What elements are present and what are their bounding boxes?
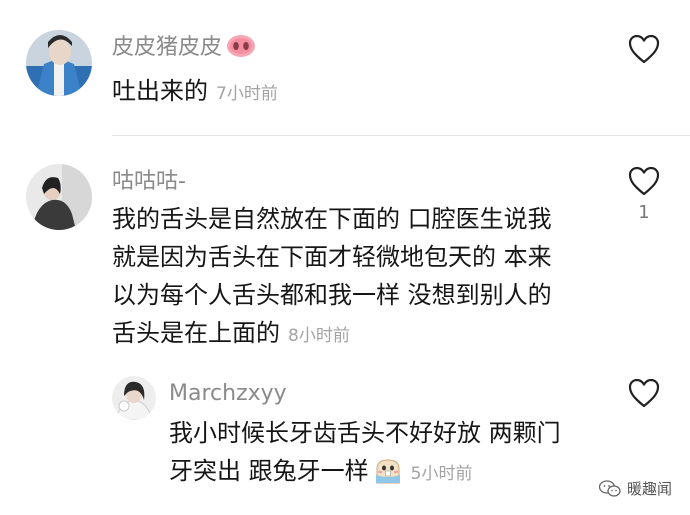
wechat-logo-icon xyxy=(598,479,621,497)
comment-item: 皮皮猪皮皮 吐出来的 7小时前 xyxy=(0,0,690,134)
reply-item: Marchzxyy 我小时候长牙齿舌头不好好放 两颗门 牙突出 跟兔牙一样 5小… xyxy=(0,366,690,515)
avatar[interactable] xyxy=(112,376,156,420)
bunny-teeth-emoji-icon xyxy=(373,457,403,496)
heart-icon xyxy=(628,378,660,408)
comment-username[interactable]: Marchzxyy xyxy=(169,380,287,408)
pig-nose-icon xyxy=(226,34,256,66)
heart-icon xyxy=(628,166,660,196)
like-button[interactable]: 1 xyxy=(627,166,661,223)
comment-username[interactable]: 咕咕咕- xyxy=(112,168,186,196)
watermark-label: 暖趣闻 xyxy=(626,480,672,498)
like-count: 1 xyxy=(638,202,650,223)
comment-time: 8小时前 xyxy=(288,326,350,346)
like-button[interactable] xyxy=(627,34,661,70)
avatar[interactable] xyxy=(26,164,92,230)
comment-time: 5小时前 xyxy=(410,464,473,484)
watermark: 暖趣闻 xyxy=(598,478,672,499)
comment-text: 我小时候长牙齿舌头不好好放 两颗门 牙突出 跟兔牙一样 5小时前 xyxy=(169,414,561,496)
heart-icon xyxy=(628,34,660,64)
comment-username[interactable]: 皮皮猪皮皮 xyxy=(112,34,256,66)
avatar[interactable] xyxy=(26,30,92,96)
comment-time: 7小时前 xyxy=(216,84,278,104)
like-button[interactable] xyxy=(627,378,661,414)
comment-text: 吐出来的 7小时前 xyxy=(112,77,278,105)
comment-item: 咕咕咕- 我的舌头是自然放在下面的 口腔医生说我 就是因为舌头在下面才轻微地包天… xyxy=(0,136,690,366)
comment-text: 我的舌头是自然放在下面的 口腔医生说我 就是因为舌头在下面才轻微地包天的 本来 … xyxy=(112,205,552,347)
